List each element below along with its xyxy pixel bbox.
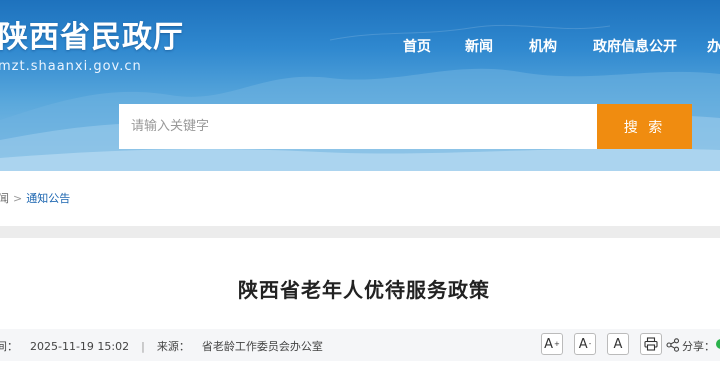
font-large-letter: A xyxy=(544,336,554,352)
font-large-mark: + xyxy=(554,340,560,348)
print-icon xyxy=(644,337,658,351)
wechat-icon[interactable] xyxy=(716,339,720,349)
breadcrumb-bar: 闻 > 通知公告 xyxy=(0,171,720,226)
source-name: 省老龄工作委员会办公室 xyxy=(201,340,323,353)
breadcrumb: 闻 > 通知公告 xyxy=(0,190,70,206)
site-url: mzt.shaanxi.gov.cn xyxy=(0,59,142,74)
font-default-letter: A xyxy=(613,336,623,352)
breadcrumb-separator: > xyxy=(13,192,23,205)
font-medium-letter: A xyxy=(578,336,588,352)
nav-item-organization[interactable]: 机构 xyxy=(529,36,557,56)
nav-item-services[interactable]: 办 xyxy=(707,36,720,56)
share-icon[interactable] xyxy=(666,338,680,352)
font-medium-mark: - xyxy=(588,340,592,348)
nav-item-home[interactable]: 首页 xyxy=(403,36,431,56)
article-meta-bar: 间： 2025-11-19 15:02 | 来源： 省老龄工作委员会办公室 A + A- … xyxy=(0,329,720,361)
site-title[interactable]: 陕西省民政厅 xyxy=(0,12,184,56)
source-label: 来源： xyxy=(156,340,190,353)
font-size-default-button[interactable]: A xyxy=(607,333,629,355)
font-size-medium-button[interactable]: A- xyxy=(574,333,596,355)
breadcrumb-item-notices[interactable]: 通知公告 xyxy=(26,192,70,205)
print-button[interactable] xyxy=(640,333,662,355)
share-label: 分享： xyxy=(682,340,715,353)
article-title: 陕西省老年人优待服务政策 xyxy=(238,278,490,302)
meta-divider: | xyxy=(141,340,145,353)
search-button[interactable]: 搜 索 xyxy=(597,104,692,149)
article-meta: 间： 2025-11-19 15:02 | 来源： 省老龄工作委员会办公室 xyxy=(0,338,323,354)
search-input[interactable] xyxy=(119,104,597,149)
article-panel: 陕西省老年人优待服务政策 间： 2025-11-19 15:02 | 来源： 省老龄工作… xyxy=(0,238,720,380)
nav-item-gov-info-disclosure[interactable]: 政府信息公开 xyxy=(593,36,677,56)
header-banner: 陕西省民政厅 mzt.shaanxi.gov.cn 首页 新闻 机构 政府信息公… xyxy=(0,0,720,171)
font-size-large-button[interactable]: A + xyxy=(541,333,563,355)
publish-date: 2025-11-19 15:02 xyxy=(30,340,130,353)
publish-date-label: 间： xyxy=(0,340,18,353)
nav-item-news[interactable]: 新闻 xyxy=(465,36,493,56)
breadcrumb-item-news[interactable]: 闻 xyxy=(0,192,9,205)
